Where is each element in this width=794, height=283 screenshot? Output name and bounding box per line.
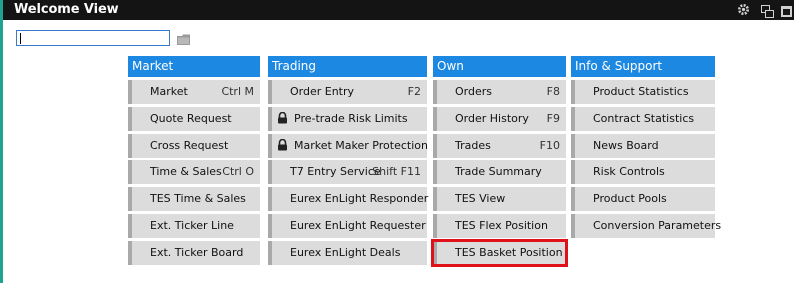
menu-item-pre-trade-risk-limits[interactable]: Pre-trade Risk Limits xyxy=(268,106,427,131)
menu-item-trades[interactable]: Trades F10 xyxy=(433,133,566,158)
column-header: Own xyxy=(433,56,566,77)
column-header: Trading xyxy=(268,56,427,77)
menu-item-risk-controls[interactable]: Risk Controls xyxy=(571,160,715,185)
maximize-icon[interactable] xyxy=(780,3,794,17)
lock-icon xyxy=(277,111,288,127)
menu-item-label: Ext. Ticker Board xyxy=(150,245,244,259)
shortcut-label: Ctrl O xyxy=(222,165,254,179)
menu-item-label: Eurex EnLight Deals xyxy=(290,245,401,259)
lock-icon xyxy=(277,138,288,154)
menu-item-label: Risk Controls xyxy=(593,165,665,179)
menu-item-label: Quote Request xyxy=(150,111,232,125)
shortcut-label: F2 xyxy=(407,85,421,98)
menu-item-label: TES View xyxy=(455,192,506,206)
menu-item-label: Eurex EnLight Responder xyxy=(290,192,429,206)
menu-item-quote-request[interactable]: Quote Request xyxy=(128,106,260,131)
menu-item-label: TES Time & Sales xyxy=(150,192,246,206)
menu-item-label: Order History xyxy=(455,111,529,125)
menu-item-label: Cross Request xyxy=(150,138,229,152)
menu-item-product-pools[interactable]: Product Pools xyxy=(571,187,715,212)
shortcut-label: F9 xyxy=(546,111,560,125)
menu-item-product-statistics[interactable]: Product Statistics xyxy=(571,80,715,104)
menu-item-label: Pre-trade Risk Limits xyxy=(294,111,408,125)
menu-item-label: TES Basket Position xyxy=(455,245,563,259)
menu-item-ext-ticker-board[interactable]: Ext. Ticker Board xyxy=(128,240,260,265)
search-input[interactable] xyxy=(16,30,170,46)
menu-item-label: Time & Sales xyxy=(150,165,222,179)
menu-item-label: Conversion Parameters xyxy=(593,218,722,232)
menu-column-market: Market Market Ctrl M Quote Request Cross Req… xyxy=(128,56,260,265)
menu-item-label: Market xyxy=(150,85,188,98)
menu-item-market-maker-protection[interactable]: Market Maker Protection xyxy=(268,133,428,158)
menu-item-label: News Board xyxy=(593,138,659,152)
menu-column-trading: Trading Order Entry F2 Pre-trade Risk Limit… xyxy=(268,56,429,265)
menu-item-label: Product Pools xyxy=(593,192,667,206)
window-title: Welcome View xyxy=(14,2,119,17)
menu-item-label: Product Statistics xyxy=(593,85,689,98)
restore-window-icon[interactable] xyxy=(761,3,775,18)
menu-item-tes-time-sales[interactable]: TES Time & Sales xyxy=(128,187,260,212)
menu-column-own: Own Orders F8 Order History F9 Trades F10 Trade… xyxy=(431,56,568,267)
column-header: Info & Support xyxy=(571,56,715,77)
menu-item-label: Trade Summary xyxy=(455,165,542,179)
shortcut-label: F10 xyxy=(539,138,560,152)
shortcut-label: Shift F11 xyxy=(372,165,421,179)
shortcut-label: F8 xyxy=(546,85,560,98)
menu-item-label: T7 Entry Service xyxy=(290,165,381,179)
menu-item-tes-view[interactable]: TES View xyxy=(433,187,566,212)
menu-item-market[interactable]: Market Ctrl M xyxy=(128,80,260,104)
menu-item-news-board[interactable]: News Board xyxy=(571,133,715,158)
menu-item-label: TES Flex Position xyxy=(455,218,548,232)
menu-item-label: Trades xyxy=(455,138,491,152)
menu-item-label: Contract Statistics xyxy=(593,111,695,125)
menu-item-conversion-parameters[interactable]: Conversion Parameters xyxy=(571,213,721,238)
menu-item-t7-entry-service[interactable]: T7 Entry Service Shift F11 xyxy=(268,160,427,185)
menu-item-label: Market Maker Protection xyxy=(294,138,428,152)
menu-item-tes-basket-position[interactable]: TES Basket Position xyxy=(431,238,568,267)
menu-column-info-support: Info & Support Product Statistics Contract… xyxy=(571,56,721,238)
menu-item-label: Eurex EnLight Requester xyxy=(290,218,426,232)
menu-item-order-history[interactable]: Order History F9 xyxy=(433,106,566,131)
menu-item-label: Orders xyxy=(455,85,492,98)
menu-item-label: Order Entry xyxy=(290,85,355,98)
menu-item-order-entry[interactable]: Order Entry F2 xyxy=(268,80,427,104)
menu-item-cross-request[interactable]: Cross Request xyxy=(128,133,260,158)
menu-item-orders[interactable]: Orders F8 xyxy=(433,80,566,104)
menu-item-ext-ticker-line[interactable]: Ext. Ticker Line xyxy=(128,213,260,238)
text-cursor xyxy=(20,33,21,44)
folder-icon[interactable] xyxy=(177,31,191,50)
shortcut-label: Ctrl M xyxy=(221,85,254,98)
column-header: Market xyxy=(128,56,260,77)
window-titlebar: Welcome View xyxy=(3,0,794,20)
gear-icon[interactable] xyxy=(737,3,751,17)
menu-item-label: Ext. Ticker Line xyxy=(150,218,234,232)
window-left-border xyxy=(0,0,3,283)
menu-item-eurex-enlight-responder[interactable]: Eurex EnLight Responder xyxy=(268,187,429,212)
menu-item-tes-flex-position[interactable]: TES Flex Position xyxy=(433,213,566,238)
menu-item-trade-summary[interactable]: Trade Summary xyxy=(433,160,566,185)
menu-item-eurex-enlight-deals[interactable]: Eurex EnLight Deals xyxy=(268,240,427,265)
menu-item-time-sales[interactable]: Time & Sales Ctrl O xyxy=(128,160,260,185)
menu-item-eurex-enlight-requester[interactable]: Eurex EnLight Requester xyxy=(268,213,427,238)
menu-item-contract-statistics[interactable]: Contract Statistics xyxy=(571,106,715,131)
